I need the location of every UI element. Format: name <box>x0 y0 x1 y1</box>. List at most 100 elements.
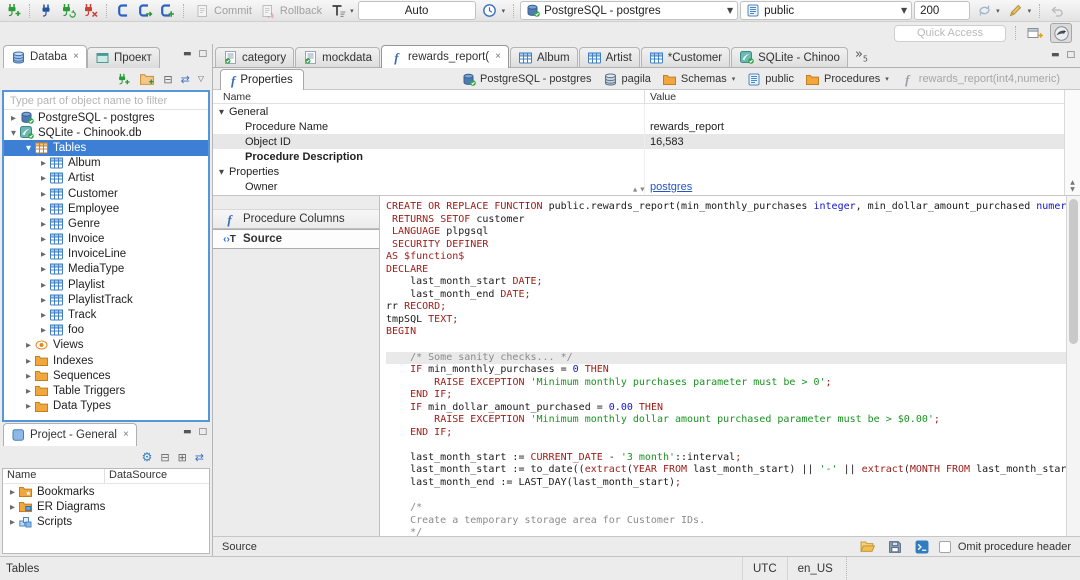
editor-tab-mockdata[interactable]: mockdata <box>295 47 380 67</box>
schema-select[interactable]: public ▼ <box>740 1 913 20</box>
tree-item-foo[interactable]: ▶ foo <box>4 323 208 338</box>
tree-item-sequences[interactable]: ▶ Sequences <box>4 368 208 383</box>
expand-twisty-icon[interactable]: ▶ <box>38 174 49 182</box>
grid-row-properties[interactable]: ▼ Properties <box>213 164 1064 179</box>
expand-twisty-icon[interactable]: ▶ <box>38 296 49 304</box>
expand-twisty-icon[interactable]: ▶ <box>23 387 34 395</box>
generate-sql-button[interactable]: ▾ <box>1004 1 1034 21</box>
tab-projects[interactable]: Проект <box>86 47 160 68</box>
tree-item-views[interactable]: ▶ Views <box>4 338 208 353</box>
close-icon[interactable]: × <box>73 52 79 62</box>
grid-column-name[interactable]: Name <box>213 90 645 103</box>
source-scrollbar[interactable] <box>1066 196 1080 536</box>
view-menu-icon[interactable]: ▽ <box>198 75 204 83</box>
expand-twisty-icon[interactable]: ▶ <box>38 281 49 289</box>
editor-tab-customer[interactable]: *Customer <box>640 47 731 67</box>
tree-item-invoice[interactable]: ▶ Invoice <box>4 232 208 247</box>
fetch-size-input[interactable] <box>914 1 971 20</box>
tab-database-navigator[interactable]: Databa × <box>3 45 87 68</box>
open-perspective-icon[interactable] <box>1025 23 1045 43</box>
breadcrumb-schemas[interactable]: Schemas ▾ <box>662 72 735 86</box>
collapse-all-icon[interactable]: ⊟ <box>163 74 172 85</box>
grid-row-procedure-name[interactable]: Procedure Name rewards_report <box>213 119 1064 134</box>
reconnect-icon[interactable] <box>58 1 78 21</box>
editor-tab-rewards-report[interactable]: f rewards_report(× <box>380 45 509 68</box>
maximize-icon[interactable]: □ <box>198 50 207 59</box>
collapse-twisty-icon[interactable]: ▼ <box>8 129 19 137</box>
new-sql-editor-icon[interactable] <box>157 1 177 21</box>
nav-new-connection-icon[interactable] <box>115 71 131 87</box>
dbeaver-perspective-button[interactable] <box>1050 23 1072 43</box>
tree-item-mediatype[interactable]: ▶ MediaType <box>4 262 208 277</box>
editor-tab-category[interactable]: category <box>215 47 295 67</box>
new-connection-icon[interactable] <box>3 1 23 21</box>
tab-properties[interactable]: f Properties <box>220 69 304 90</box>
connection-select[interactable]: PostgreSQL - postgres ▼ <box>520 1 739 20</box>
collapse-twisty-icon[interactable]: ▼ <box>219 168 229 176</box>
status-timezone[interactable]: UTC <box>742 557 787 580</box>
expand-twisty-icon[interactable]: ▶ <box>23 357 34 365</box>
link-with-editor-icon[interactable]: ⇄ <box>195 452 204 463</box>
chevron-down-icon[interactable]: ▾ <box>885 75 889 83</box>
expand-twisty-icon[interactable]: ▶ <box>23 341 34 349</box>
link-with-editor-icon[interactable]: ⇄ <box>181 74 190 85</box>
expand-twisty-icon[interactable]: ▶ <box>38 311 49 319</box>
maximize-icon[interactable]: □ <box>1066 51 1075 60</box>
tree-item-playlisttrack[interactable]: ▶ PlaylistTrack <box>4 292 208 307</box>
hidden-tabs-indicator[interactable]: »5 <box>855 47 868 64</box>
collapse-all-icon[interactable]: ⊟ <box>160 452 169 463</box>
editor-tab-artist[interactable]: Artist <box>578 47 640 67</box>
expand-twisty-icon[interactable]: ▶ <box>38 190 49 198</box>
source-viewer[interactable]: CREATE OR REPLACE FUNCTION public.reward… <box>379 196 1066 536</box>
side-tab-procedure-columns[interactable]: f Procedure Columns <box>213 209 379 229</box>
expand-twisty-icon[interactable]: ▶ <box>7 488 18 496</box>
minimize-icon[interactable]: ▬ <box>1051 51 1060 60</box>
open-in-sql-console-icon[interactable] <box>912 537 932 557</box>
refresh-button[interactable]: ▾ <box>972 1 1002 21</box>
connect-icon[interactable] <box>36 1 56 21</box>
properties-scrollbar[interactable]: ▲ ▼ <box>1064 90 1080 195</box>
status-locale[interactable]: en_US <box>786 557 843 580</box>
tree-item-postgresql-postgres[interactable]: ▶ PostgreSQL - postgres <box>4 110 208 125</box>
gear-icon[interactable]: ⚙ <box>142 451 153 463</box>
expand-twisty-icon[interactable]: ▶ <box>38 235 49 243</box>
tree-item-sqlite-chinook-db[interactable]: ▼ SQLite - Chinook.db <box>4 125 208 140</box>
tree-item-data-types[interactable]: ▶ Data Types <box>4 399 208 414</box>
project-item-bookmarks[interactable]: ▶ Bookmarks <box>3 484 209 499</box>
expand-twisty-icon[interactable]: ▶ <box>38 265 49 273</box>
expand-all-icon[interactable]: ⊞ <box>178 452 187 463</box>
tree-item-track[interactable]: ▶ Track <box>4 307 208 322</box>
tree-item-genre[interactable]: ▶ Genre <box>4 216 208 231</box>
tree-item-customer[interactable]: ▶ Customer <box>4 186 208 201</box>
project-item-er-diagrams[interactable]: ▶ ER Diagrams <box>3 499 209 514</box>
transaction-filter-button[interactable]: ▾ <box>326 1 356 21</box>
expand-twisty-icon[interactable]: ▶ <box>38 250 49 258</box>
collapse-twisty-icon[interactable]: ▼ <box>219 108 229 116</box>
minimize-icon[interactable]: ▬ <box>183 428 192 437</box>
close-icon[interactable]: × <box>123 430 129 440</box>
expand-twisty-icon[interactable]: ▶ <box>38 220 49 228</box>
scrollbar-thumb[interactable] <box>1069 199 1078 344</box>
breadcrumb-rewards-report-int4-numeric[interactable]: f rewards_report(int4,numeric) <box>900 72 1060 86</box>
column-header-name[interactable]: Name <box>3 469 105 483</box>
expand-twisty-icon[interactable]: ▶ <box>38 159 49 167</box>
commit-button[interactable]: Commit <box>190 1 254 21</box>
project-item-scripts[interactable]: ▶ Scripts <box>3 514 209 529</box>
tree-item-table-triggers[interactable]: ▶ Table Triggers <box>4 383 208 398</box>
side-tab-source[interactable]: ‹›T Source <box>213 229 379 249</box>
tree-item-artist[interactable]: ▶ Artist <box>4 171 208 186</box>
breadcrumb-procedures[interactable]: Procedures ▾ <box>805 72 889 86</box>
grid-value-link[interactable]: postgres <box>650 181 692 193</box>
tree-item-invoiceline[interactable]: ▶ InvoiceLine <box>4 247 208 262</box>
expand-twisty-icon[interactable]: ▶ <box>8 114 19 122</box>
grid-column-value[interactable]: Value <box>645 91 1064 103</box>
editor-tab-sqlite-chinoo[interactable]: SQLite - Chinoo <box>731 47 848 67</box>
minimize-icon[interactable]: ▬ <box>183 50 192 59</box>
splitter-handle[interactable]: ▲▼ <box>633 187 647 193</box>
grid-row-procedure-description[interactable]: Procedure Description <box>213 149 1064 164</box>
expand-twisty-icon[interactable]: ▶ <box>38 326 49 334</box>
tab-project-general[interactable]: Project - General × <box>3 423 137 446</box>
object-filter-input[interactable]: Type part of object name to filter <box>4 92 208 110</box>
expand-twisty-icon[interactable]: ▶ <box>7 518 18 526</box>
expand-twisty-icon[interactable]: ▶ <box>38 205 49 213</box>
